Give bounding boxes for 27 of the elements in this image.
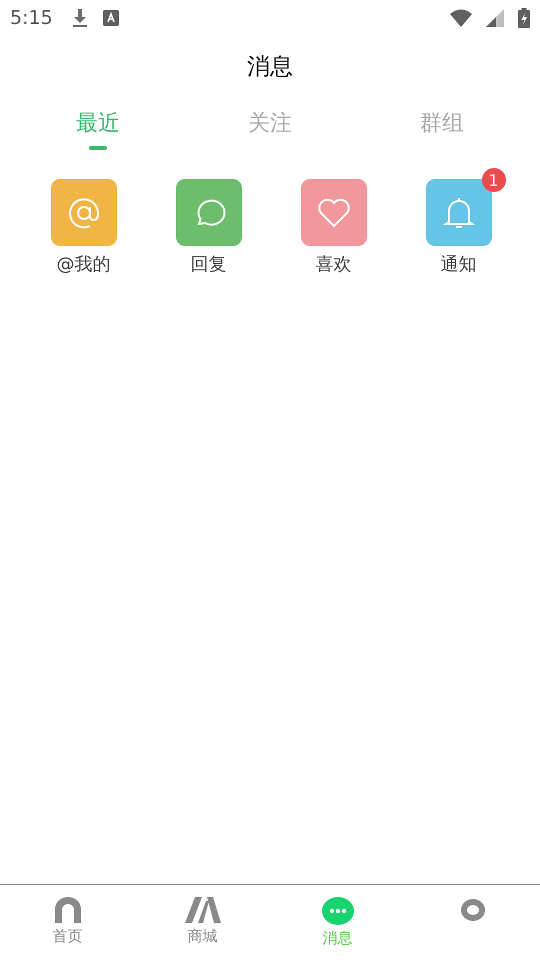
- category-label: @我的: [56, 253, 110, 276]
- category-tile[interactable]: [300, 179, 366, 246]
- nav-item[interactable]: 消息: [270, 885, 405, 960]
- category-tile[interactable]: [50, 179, 116, 246]
- keyboard-icon: [102, 10, 119, 26]
- tab[interactable]: 群组: [416, 108, 468, 150]
- double-slash-icon: [184, 897, 220, 923]
- count-badge: 1: [482, 168, 506, 192]
- signal-icon: [486, 9, 504, 27]
- category-label: 喜欢: [316, 253, 352, 276]
- nav-item[interactable]: 首页: [0, 885, 135, 960]
- category-tile[interactable]: [176, 179, 242, 246]
- battery-icon: [518, 8, 530, 28]
- tab[interactable]: 最近: [72, 108, 124, 150]
- download-icon: [70, 8, 89, 28]
- heart-icon: [316, 196, 352, 228]
- ring-icon: [458, 897, 486, 923]
- status-time: 5:15: [10, 7, 53, 29]
- nav-item[interactable]: 商城: [135, 885, 270, 960]
- page-title: 消息: [246, 53, 294, 82]
- category-tile[interactable]: [426, 179, 492, 246]
- arch-icon: [54, 897, 80, 923]
- category-label: 回复: [190, 253, 226, 276]
- chat-dots-icon: [322, 897, 354, 925]
- tab[interactable]: 关注: [244, 108, 296, 150]
- wifi-icon: [450, 9, 472, 27]
- category-label: 通知: [440, 253, 476, 276]
